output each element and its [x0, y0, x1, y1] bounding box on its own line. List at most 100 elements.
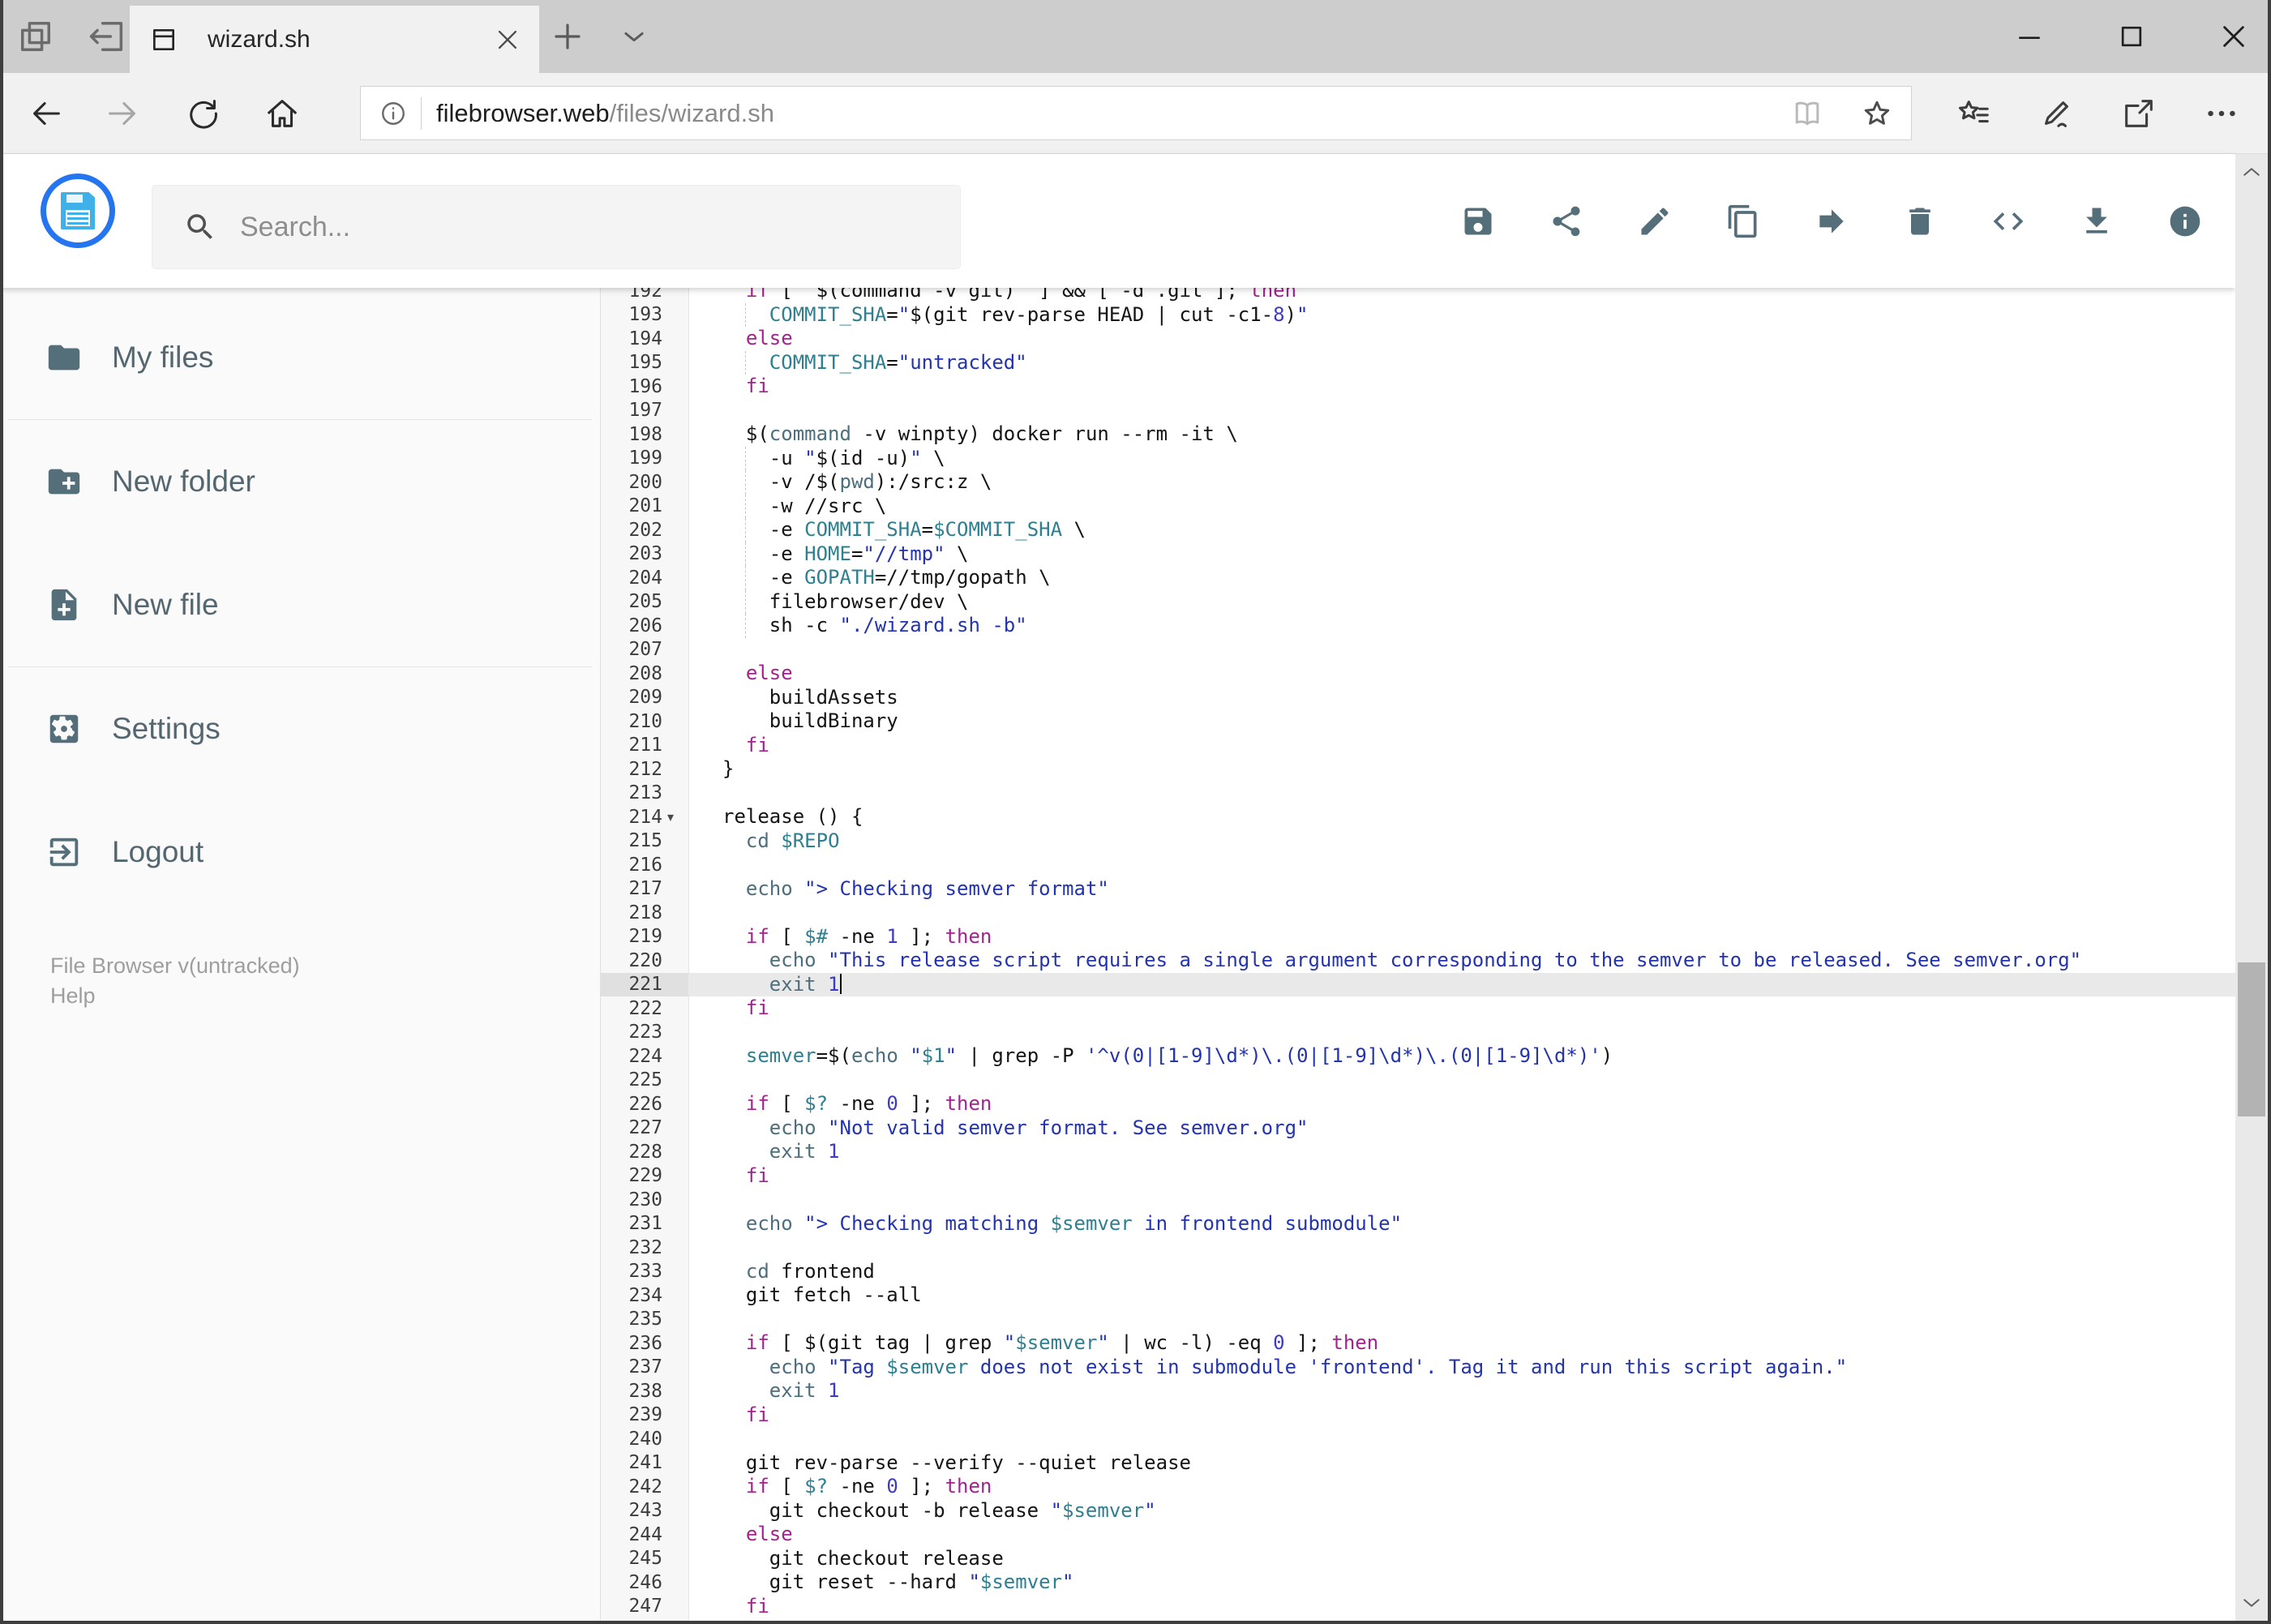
code-line[interactable]: 219 if [ $# -ne 1 ]; then — [601, 925, 2235, 949]
code-line[interactable]: 216 — [601, 853, 2235, 877]
home-button[interactable] — [264, 73, 301, 154]
code-line[interactable]: 243 git checkout -b release "$semver" — [601, 1499, 2235, 1523]
code-line[interactable]: 239 fi — [601, 1403, 2235, 1428]
code-line[interactable]: 228 exit 1 — [601, 1140, 2235, 1164]
code-line[interactable]: 205 filebrowser/dev \ — [601, 589, 2235, 615]
code-line[interactable]: 194 else — [601, 327, 2235, 351]
url-text[interactable]: filebrowser.web/files/wizard.sh — [436, 99, 774, 128]
code-line[interactable]: 193 COMMIT_SHA="$(git rev-parse HEAD | c… — [601, 302, 2235, 328]
sidebar-item-new-folder[interactable]: New folder — [0, 420, 600, 543]
code-line[interactable]: 233 cd frontend — [601, 1260, 2235, 1284]
refresh-button[interactable] — [185, 73, 222, 154]
back-button[interactable] — [28, 73, 65, 154]
tab-preview-icon[interactable] — [15, 15, 57, 58]
code-line[interactable]: 213 — [601, 782, 2235, 806]
window-close-button[interactable] — [2208, 11, 2260, 62]
scroll-down-arrow[interactable] — [2235, 1587, 2268, 1619]
scroll-up-arrow[interactable] — [2235, 156, 2268, 188]
code-line[interactable]: 201 -w //src \ — [601, 494, 2235, 519]
code-line[interactable]: 223 — [601, 1021, 2235, 1045]
code-line[interactable]: 231 echo "> Checking matching $semver in… — [601, 1212, 2235, 1236]
code-line[interactable]: 200 -v /$(pwd):/src:z \ — [601, 470, 2235, 495]
code-line[interactable]: 244 else — [601, 1523, 2235, 1547]
tab-list-chevron-icon[interactable] — [616, 0, 652, 73]
edit-icon[interactable] — [1637, 204, 1673, 239]
fold-arrow-icon[interactable]: ▾ — [667, 809, 688, 825]
code-line[interactable]: 242 if [ $? -ne 0 ]; then — [601, 1475, 2235, 1499]
code-line[interactable]: 221 exit 1 — [601, 972, 2235, 996]
code-line[interactable]: 241 git rev-parse --verify --quiet relea… — [601, 1451, 2235, 1476]
code-line[interactable]: 211 fi — [601, 734, 2235, 758]
code-line[interactable]: 237 echo "Tag $semver does not exist in … — [601, 1356, 2235, 1380]
code-line[interactable]: 235 — [601, 1308, 2235, 1332]
filebrowser-logo[interactable] — [41, 174, 115, 248]
code-line[interactable]: 204 -e GOPATH=//tmp/gopath \ — [601, 566, 2235, 590]
code-icon[interactable] — [1990, 204, 2026, 239]
window-maximize-button[interactable] — [2106, 11, 2157, 62]
code-line[interactable]: 227 echo "Not valid semver format. See s… — [601, 1116, 2235, 1141]
browser-tab[interactable]: wizard.sh — [130, 6, 539, 73]
code-line[interactable]: 195 COMMIT_SHA="untracked" — [601, 350, 2235, 375]
reading-view-icon[interactable] — [1789, 96, 1825, 131]
window-minimize-button[interactable] — [2003, 11, 2055, 62]
hub-favorites-icon[interactable] — [1955, 95, 1992, 132]
code-line[interactable]: 210 buildBinary — [601, 709, 2235, 734]
set-tabs-aside-icon[interactable] — [86, 15, 128, 58]
code-line[interactable]: 238 exit 1 — [601, 1379, 2235, 1403]
code-line[interactable]: 236 if [ $(git tag | grep "$semver" | wc… — [601, 1331, 2235, 1356]
code-line[interactable]: 212} — [601, 757, 2235, 782]
delete-icon[interactable] — [1902, 204, 1938, 239]
new-tab-button[interactable] — [548, 0, 587, 73]
code-line[interactable]: 225 — [601, 1069, 2235, 1093]
help-link[interactable]: Help — [50, 981, 300, 1011]
sidebar-item-new-file[interactable]: New file — [0, 543, 600, 666]
sidebar-item-logout[interactable]: Logout — [0, 791, 600, 914]
code-line[interactable]: 208 else — [601, 662, 2235, 686]
share-icon[interactable] — [2120, 95, 2157, 132]
url-bar[interactable]: filebrowser.web/files/wizard.sh — [360, 86, 1912, 140]
code-line[interactable]: 202 -e COMMIT_SHA=$COMMIT_SHA \ — [601, 518, 2235, 542]
code-line[interactable]: 217 echo "> Checking semver format" — [601, 877, 2235, 902]
site-info-icon[interactable] — [379, 99, 408, 128]
code-line[interactable]: 214 ▾ release () { — [601, 805, 2235, 829]
save-icon[interactable] — [1460, 204, 1496, 239]
scrollbar-thumb[interactable] — [2238, 962, 2265, 1116]
code-line[interactable]: 229 fi — [601, 1164, 2235, 1189]
copy-icon[interactable] — [1725, 204, 1761, 239]
code-line[interactable]: 230 — [601, 1188, 2235, 1212]
info-icon[interactable] — [2167, 204, 2203, 239]
code-editor[interactable]: 192 if [ "$(command -v git)" ] && [ -d .… — [600, 288, 2235, 1621]
code-line[interactable]: 246 git reset --hard "$semver" — [601, 1570, 2235, 1595]
code-line[interactable]: 199 -u "$(id -u)" \ — [601, 446, 2235, 471]
search-input[interactable] — [238, 210, 960, 244]
code-line[interactable]: 224 semver=$(echo "$1" | grep -P '^v(0|[… — [601, 1044, 2235, 1069]
download-icon[interactable] — [2079, 204, 2115, 239]
code-line[interactable]: 245 git checkout release — [601, 1547, 2235, 1571]
code-line[interactable]: 203 -e HOME="//tmp" \ — [601, 542, 2235, 567]
share-icon[interactable] — [1549, 204, 1584, 239]
sidebar-item-settings[interactable]: Settings — [0, 667, 600, 791]
code-line[interactable]: 240 — [601, 1427, 2235, 1451]
favorite-star-icon[interactable] — [1859, 96, 1895, 131]
code-line[interactable]: 218 — [601, 901, 2235, 925]
code-line[interactable]: 206 sh -c "./wizard.sh -b" — [601, 614, 2235, 638]
search-box[interactable] — [152, 185, 961, 269]
forward-button[interactable] — [104, 73, 141, 154]
code-line[interactable]: 226 if [ $? -ne 0 ]; then — [601, 1092, 2235, 1116]
code-line[interactable]: 196 fi — [601, 375, 2235, 399]
code-line[interactable]: 222 fi — [601, 996, 2235, 1021]
code-line[interactable]: 192 if [ "$(command -v git)" ] && [ -d .… — [601, 288, 2235, 303]
tab-close-icon[interactable] — [494, 26, 521, 54]
code-line[interactable]: 234 git fetch --all — [601, 1283, 2235, 1308]
page-scrollbar[interactable] — [2235, 154, 2268, 1621]
code-line[interactable]: 232 — [601, 1236, 2235, 1260]
move-icon[interactable] — [1814, 204, 1849, 239]
code-line[interactable]: 207 — [601, 638, 2235, 662]
code-line[interactable]: 247 fi — [601, 1595, 2235, 1619]
more-menu-icon[interactable] — [2203, 95, 2240, 132]
code-line[interactable]: 220 echo "This release script requires a… — [601, 949, 2235, 973]
code-line[interactable]: 198 $(command -v winpty) docker run --rm… — [601, 422, 2235, 447]
annotate-pen-icon[interactable] — [2037, 95, 2075, 132]
code-line[interactable]: 209 buildAssets — [601, 686, 2235, 710]
code-line[interactable]: 215 cd $REPO — [601, 829, 2235, 854]
